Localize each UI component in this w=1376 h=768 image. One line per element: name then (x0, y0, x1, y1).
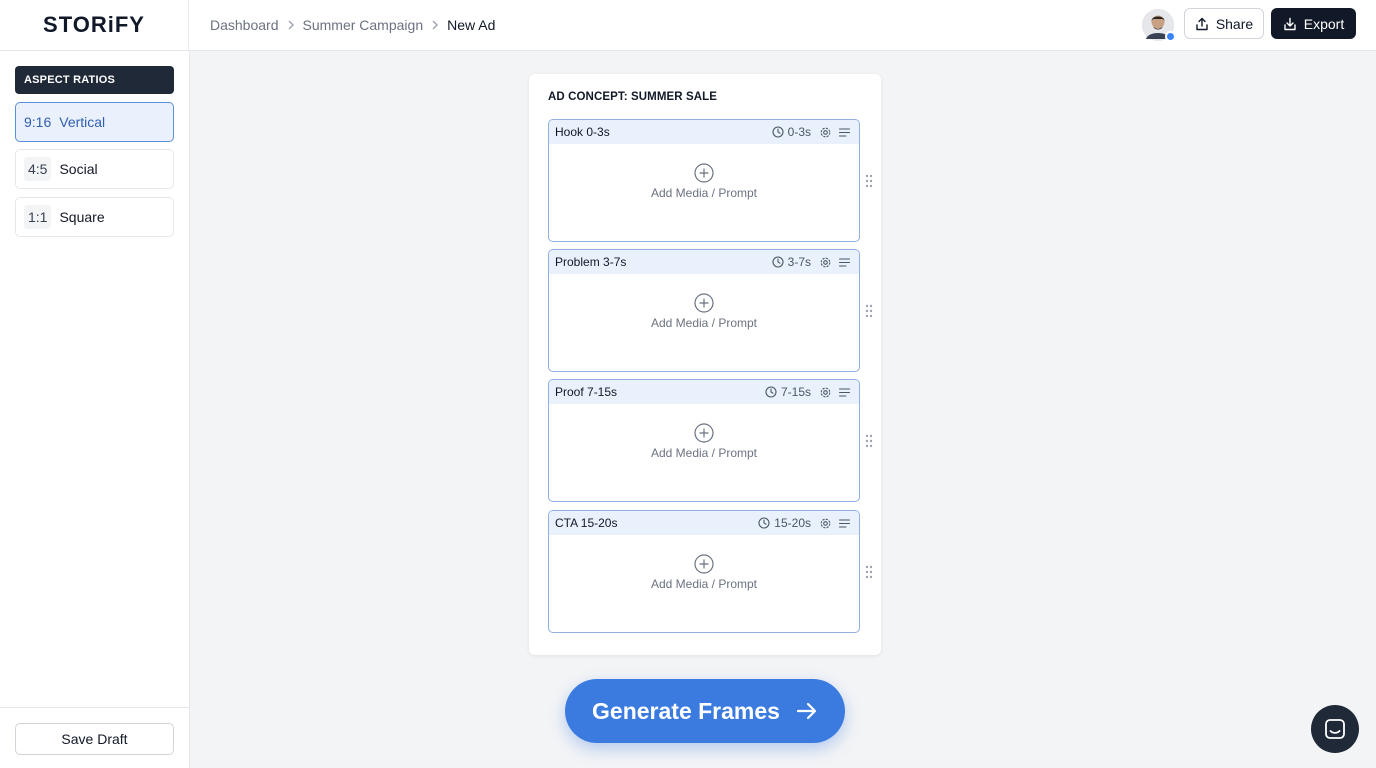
drag-handle-icon[interactable] (864, 434, 874, 448)
scene-duration: 7-15s (765, 385, 811, 399)
scene-duration: 15-20s (758, 516, 811, 530)
ratio-label: Social (59, 161, 98, 177)
export-button[interactable]: Export (1271, 8, 1356, 39)
top-header: STORiFY Dashboard Summer Campaign New Ad… (0, 0, 1376, 51)
add-media-area[interactable]: Add Media / Prompt (549, 404, 859, 501)
add-media-label: Add Media / Prompt (650, 316, 758, 330)
breadcrumb-summer-campaign[interactable]: Summer Campaign (303, 17, 424, 33)
export-label: Export (1303, 15, 1345, 32)
gear-icon[interactable] (819, 386, 832, 399)
scene-time: 0-3s (787, 125, 811, 139)
share-button[interactable]: Share (1184, 8, 1264, 39)
sidebar-divider (0, 707, 189, 708)
gear-icon[interactable] (819, 517, 832, 530)
breadcrumb-dashboard[interactable]: Dashboard (210, 17, 279, 33)
online-status-dot (1165, 31, 1176, 42)
scene-name: CTA 15-20s (555, 516, 618, 530)
breadcrumb-new-ad: New Ad (447, 17, 496, 33)
logo-area: STORiFY (0, 0, 189, 50)
drag-handle-icon[interactable] (864, 174, 874, 188)
add-media-label: Add Media / Prompt (650, 577, 758, 591)
scene-name: Proof 7-15s (555, 385, 618, 399)
scene-card-cta[interactable]: CTA 15-20s 15-20s Add Media / Prompt (548, 510, 860, 633)
breadcrumb: Dashboard Summer Campaign New Ad (210, 0, 495, 50)
plus-circle-icon (694, 554, 714, 574)
clock-icon (758, 517, 770, 529)
ratio-option-square[interactable]: 1:1 Square (15, 197, 174, 237)
add-media-area[interactable]: Add Media / Prompt (549, 535, 859, 632)
chat-button[interactable] (1311, 705, 1359, 753)
share-label: Share (1215, 15, 1254, 32)
arrow-right-icon (796, 702, 817, 720)
scene-tools: 0-3s (772, 125, 851, 139)
generate-frames-button[interactable]: Generate Frames (565, 679, 845, 743)
chevron-right-icon (279, 18, 303, 33)
scene-header: Proof 7-15s 7-15s (549, 380, 859, 404)
generate-frames-label: Generate Frames (592, 697, 780, 724)
aspect-ratios-heading: ASPECT RATIOS (15, 66, 174, 94)
plus-circle-icon (694, 423, 714, 443)
scene-time: 15-20s (774, 516, 811, 530)
concept-title: AD CONCEPT: SUMMER SALE (548, 91, 718, 103)
avatar[interactable] (1142, 9, 1176, 42)
scene-tools: 15-20s (758, 516, 851, 530)
scene-duration: 0-3s (772, 125, 811, 139)
menu-icon[interactable] (838, 386, 851, 399)
ratio-value: 4:5 (24, 157, 52, 181)
scene-card-proof[interactable]: Proof 7-15s 7-15s Add Media / Prompt (548, 379, 860, 502)
scene-header: Hook 0-3s 0-3s (549, 120, 859, 144)
export-icon (1284, 17, 1296, 30)
gear-icon[interactable] (819, 256, 832, 269)
drag-handle-icon[interactable] (864, 565, 874, 579)
clock-icon (772, 126, 784, 138)
ratio-value: 1:1 (24, 205, 52, 229)
share-icon (1196, 17, 1208, 30)
chevron-right-icon (423, 18, 447, 33)
scene-duration: 3-7s (772, 255, 811, 269)
add-media-area[interactable]: Add Media / Prompt (549, 274, 859, 371)
scene-header: CTA 15-20s 15-20s (549, 511, 859, 535)
sidebar: ASPECT RATIOS 9:16 Vertical 4:5 Social 1… (0, 51, 190, 768)
chat-icon (1325, 719, 1345, 739)
ad-concept-card: AD CONCEPT: SUMMER SALE Hook 0-3s 0-3s A… (529, 74, 881, 655)
save-draft-button[interactable]: Save Draft (15, 723, 174, 755)
clock-icon (772, 256, 784, 268)
scene-time: 7-15s (780, 385, 811, 399)
ratio-label: Square (59, 209, 105, 225)
add-media-label: Add Media / Prompt (650, 446, 758, 460)
ratio-label: Vertical (59, 114, 106, 130)
drag-handle-icon[interactable] (864, 304, 874, 318)
scene-tools: 7-15s (765, 385, 851, 399)
clock-icon (765, 386, 777, 398)
ratio-option-vertical[interactable]: 9:16 Vertical (15, 102, 174, 142)
add-media-area[interactable]: Add Media / Prompt (549, 144, 859, 241)
scene-card-hook[interactable]: Hook 0-3s 0-3s Add Media / Prompt (548, 119, 860, 242)
add-media-label: Add Media / Prompt (650, 186, 758, 200)
scene-name: Hook 0-3s (555, 125, 610, 139)
plus-circle-icon (694, 293, 714, 313)
menu-icon[interactable] (838, 517, 851, 530)
ratio-value: 9:16 (24, 114, 52, 130)
menu-icon[interactable] (838, 256, 851, 269)
ratio-option-social[interactable]: 4:5 Social (15, 149, 174, 189)
app-logo[interactable]: STORiFY (43, 12, 145, 38)
scene-header: Problem 3-7s 3-7s (549, 250, 859, 274)
plus-circle-icon (694, 163, 714, 183)
scene-tools: 3-7s (772, 255, 851, 269)
scene-name: Problem 3-7s (555, 255, 627, 269)
scene-time: 3-7s (787, 255, 811, 269)
scene-card-problem[interactable]: Problem 3-7s 3-7s Add Media / Prompt (548, 249, 860, 372)
gear-icon[interactable] (819, 126, 832, 139)
menu-icon[interactable] (838, 126, 851, 139)
